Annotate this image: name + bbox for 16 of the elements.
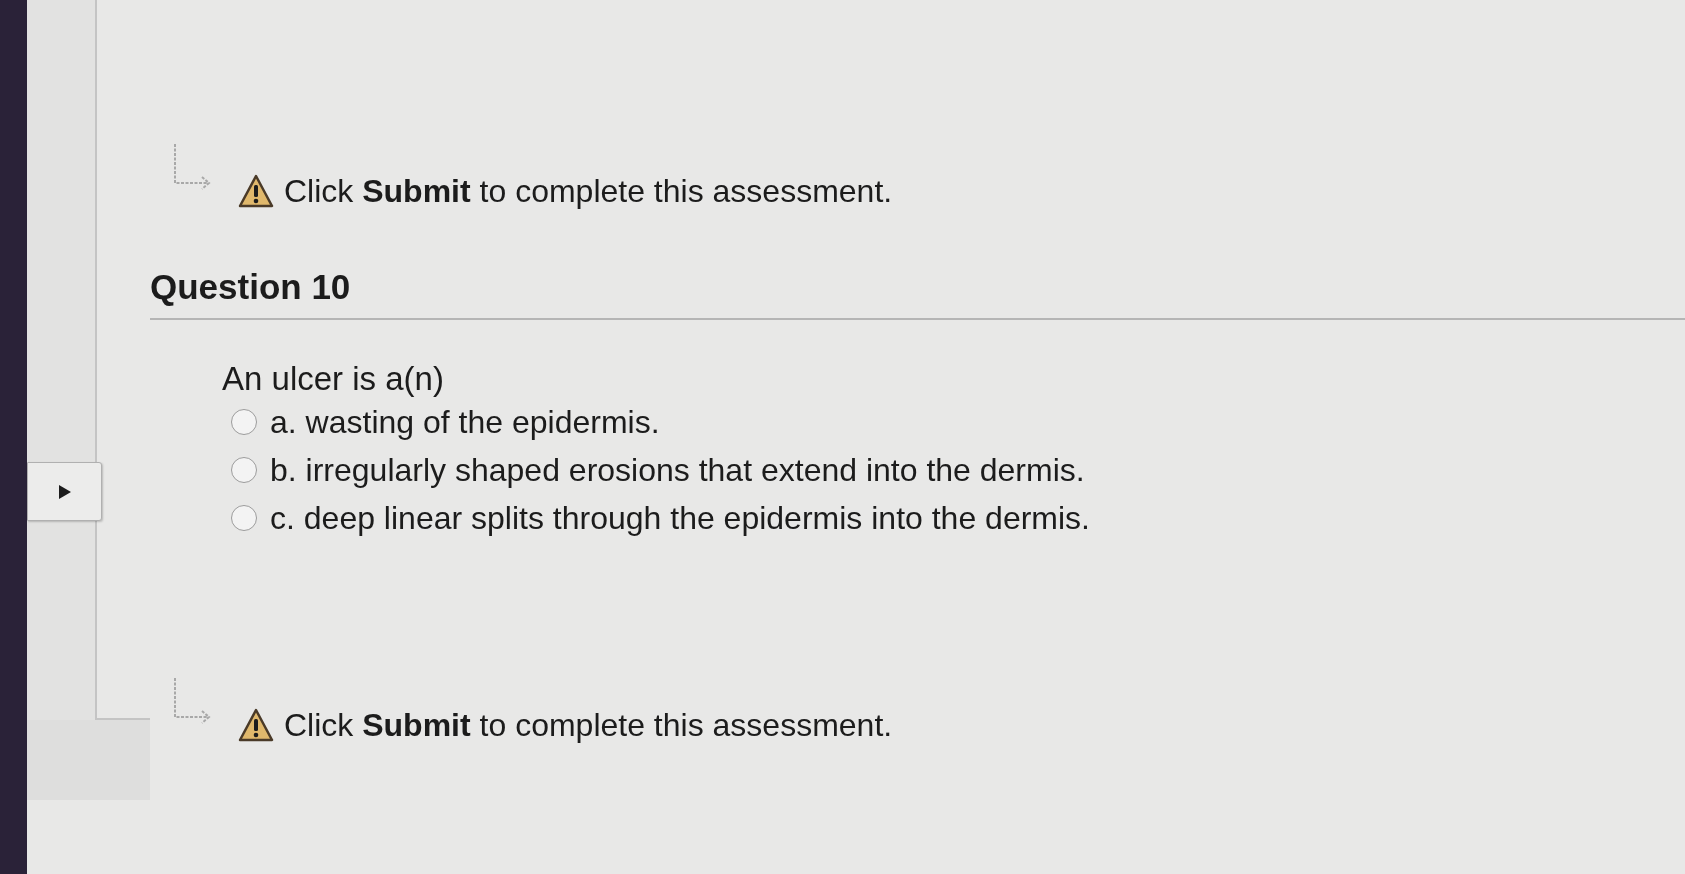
warning-icon — [238, 708, 274, 742]
option-label[interactable]: b. irregularly shaped erosions that extend into the dermis. — [270, 451, 1085, 489]
bent-arrow-icon — [172, 677, 212, 727]
radio-button[interactable] — [231, 505, 257, 531]
question-heading: Question 10 — [150, 267, 351, 307]
notice-text: Click Submit to complete this assessment. — [284, 172, 893, 210]
notice-text: Click Submit to complete this assessment. — [284, 706, 893, 744]
warning-icon — [238, 174, 274, 208]
caret-icon — [58, 484, 71, 499]
radio-button[interactable] — [231, 457, 257, 483]
bent-arrow-icon — [172, 143, 212, 193]
option-label[interactable]: a. wasting of the epidermis. — [270, 403, 660, 441]
radio-button[interactable] — [231, 409, 257, 435]
question-text: An ulcer is a(n) — [222, 360, 444, 398]
sidebar-toggle-button[interactable] — [27, 462, 102, 521]
option-label[interactable]: c. deep linear splits through the epidermis into the dermis. — [270, 499, 1090, 537]
